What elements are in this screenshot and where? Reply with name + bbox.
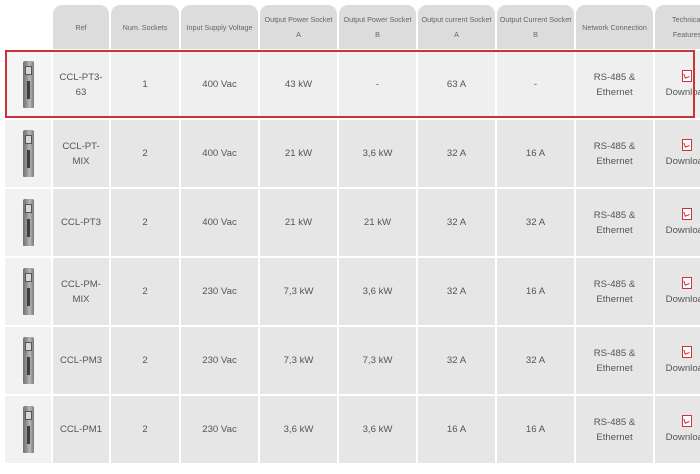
product-image-cell (5, 396, 51, 463)
header-input-voltage: Input Supply Voltage (181, 5, 258, 49)
header-power-a: Output Power Socket A (260, 5, 337, 49)
current-b-cell: 16 A (497, 396, 574, 463)
current-b-cell: 16 A (497, 258, 574, 325)
current-a-cell: 32 A (418, 258, 495, 325)
charger-image (22, 130, 34, 177)
product-image-cell (5, 327, 51, 394)
download-link[interactable]: Download (665, 207, 700, 238)
sockets-cell: 1 (111, 51, 179, 118)
header-technical-features: Technical Features (655, 5, 700, 49)
voltage-cell: 230 Vac (181, 396, 258, 463)
download-cell: Download (655, 327, 700, 394)
pdf-icon (681, 414, 692, 427)
download-label: Download (665, 224, 700, 236)
product-image-cell (5, 120, 51, 187)
download-label: Download (665, 362, 700, 374)
download-label: Download (665, 293, 700, 305)
sockets-cell: 2 (111, 327, 179, 394)
header-image-col (5, 5, 51, 49)
charger-image (22, 268, 34, 315)
download-cell: Download (655, 396, 700, 463)
pdf-icon (681, 207, 692, 220)
current-b-cell: 32 A (497, 327, 574, 394)
ref-cell: CCL-PT3 (53, 189, 109, 256)
pdf-icon (681, 276, 692, 289)
download-link[interactable]: Download (665, 345, 700, 376)
charger-image (22, 406, 34, 453)
pdf-icon (681, 69, 692, 82)
product-image-cell (5, 258, 51, 325)
current-a-cell: 32 A (418, 327, 495, 394)
header-power-b: Output Power Socket B (339, 5, 416, 49)
power-b-cell: 3,6 kW (339, 120, 416, 187)
pdf-icon (681, 138, 692, 151)
ref-cell: CCL-PM1 (53, 396, 109, 463)
power-a-cell: 21 kW (260, 189, 337, 256)
download-link[interactable]: Download (665, 138, 700, 169)
product-image-cell (5, 189, 51, 256)
product-image-cell (5, 51, 51, 118)
header-ref: Ref (53, 5, 109, 49)
network-cell: RS-485 & Ethernet (576, 396, 653, 463)
current-b-cell: - (497, 51, 574, 118)
download-link[interactable]: Download (665, 414, 700, 445)
download-cell: Download (655, 258, 700, 325)
download-link[interactable]: Download (665, 276, 700, 307)
current-b-cell: 32 A (497, 189, 574, 256)
charger-image (22, 199, 34, 246)
sockets-cell: 2 (111, 120, 179, 187)
voltage-cell: 230 Vac (181, 258, 258, 325)
header-network: Network Connection (576, 5, 653, 49)
power-b-cell: 7,3 kW (339, 327, 416, 394)
ref-cell: CCL-PM-MIX (53, 258, 109, 325)
ref-cell: CCL-PT-MIX (53, 120, 109, 187)
current-a-cell: 32 A (418, 120, 495, 187)
current-a-cell: 32 A (418, 189, 495, 256)
sockets-cell: 2 (111, 258, 179, 325)
network-cell: RS-485 & Ethernet (576, 258, 653, 325)
sockets-cell: 2 (111, 189, 179, 256)
header-current-b: Output Current Socket B (497, 5, 574, 49)
ref-cell: CCL-PM3 (53, 327, 109, 394)
power-b-cell: - (339, 51, 416, 118)
header-num-sockets: Num. Sockets (111, 5, 179, 49)
download-cell: Download (655, 51, 700, 118)
power-a-cell: 7,3 kW (260, 327, 337, 394)
download-label: Download (665, 86, 700, 98)
header-current-a: Output current Socket A (418, 5, 495, 49)
power-b-cell: 21 kW (339, 189, 416, 256)
download-link[interactable]: Download (665, 69, 700, 100)
power-b-cell: 3,6 kW (339, 396, 416, 463)
power-b-cell: 3,6 kW (339, 258, 416, 325)
product-table: Ref Num. Sockets Input Supply Voltage Ou… (5, 5, 700, 463)
power-a-cell: 7,3 kW (260, 258, 337, 325)
pdf-icon (681, 345, 692, 358)
current-a-cell: 16 A (418, 396, 495, 463)
power-a-cell: 3,6 kW (260, 396, 337, 463)
power-a-cell: 21 kW (260, 120, 337, 187)
network-cell: RS-485 & Ethernet (576, 327, 653, 394)
voltage-cell: 400 Vac (181, 51, 258, 118)
charger-image (22, 337, 34, 384)
sockets-cell: 2 (111, 396, 179, 463)
voltage-cell: 230 Vac (181, 327, 258, 394)
network-cell: RS-485 & Ethernet (576, 120, 653, 187)
download-cell: Download (655, 189, 700, 256)
download-cell: Download (655, 120, 700, 187)
current-b-cell: 16 A (497, 120, 574, 187)
current-a-cell: 63 A (418, 51, 495, 118)
voltage-cell: 400 Vac (181, 120, 258, 187)
download-label: Download (665, 431, 700, 443)
download-label: Download (665, 155, 700, 167)
network-cell: RS-485 & Ethernet (576, 189, 653, 256)
network-cell: RS-485 & Ethernet (576, 51, 653, 118)
charger-image (22, 61, 34, 108)
voltage-cell: 400 Vac (181, 189, 258, 256)
ref-cell: CCL-PT3-63 (53, 51, 109, 118)
power-a-cell: 43 kW (260, 51, 337, 118)
